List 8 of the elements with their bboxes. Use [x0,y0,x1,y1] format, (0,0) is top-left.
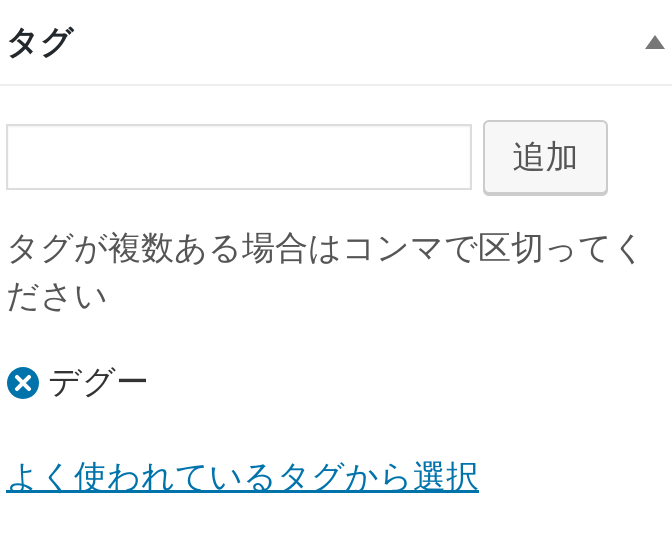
remove-icon[interactable] [6,366,40,400]
panel-title: タグ [6,20,74,62]
add-button[interactable]: 追加 [483,120,608,194]
help-text: タグが複数ある場合はコンマで区切ってください [6,227,647,317]
collapse-toggle-icon[interactable] [644,34,666,50]
popular-tags-link[interactable]: よく使われているタグから選択 [6,455,479,500]
tag-label: デグー [48,361,149,403]
tag-input-field[interactable] [6,124,472,190]
